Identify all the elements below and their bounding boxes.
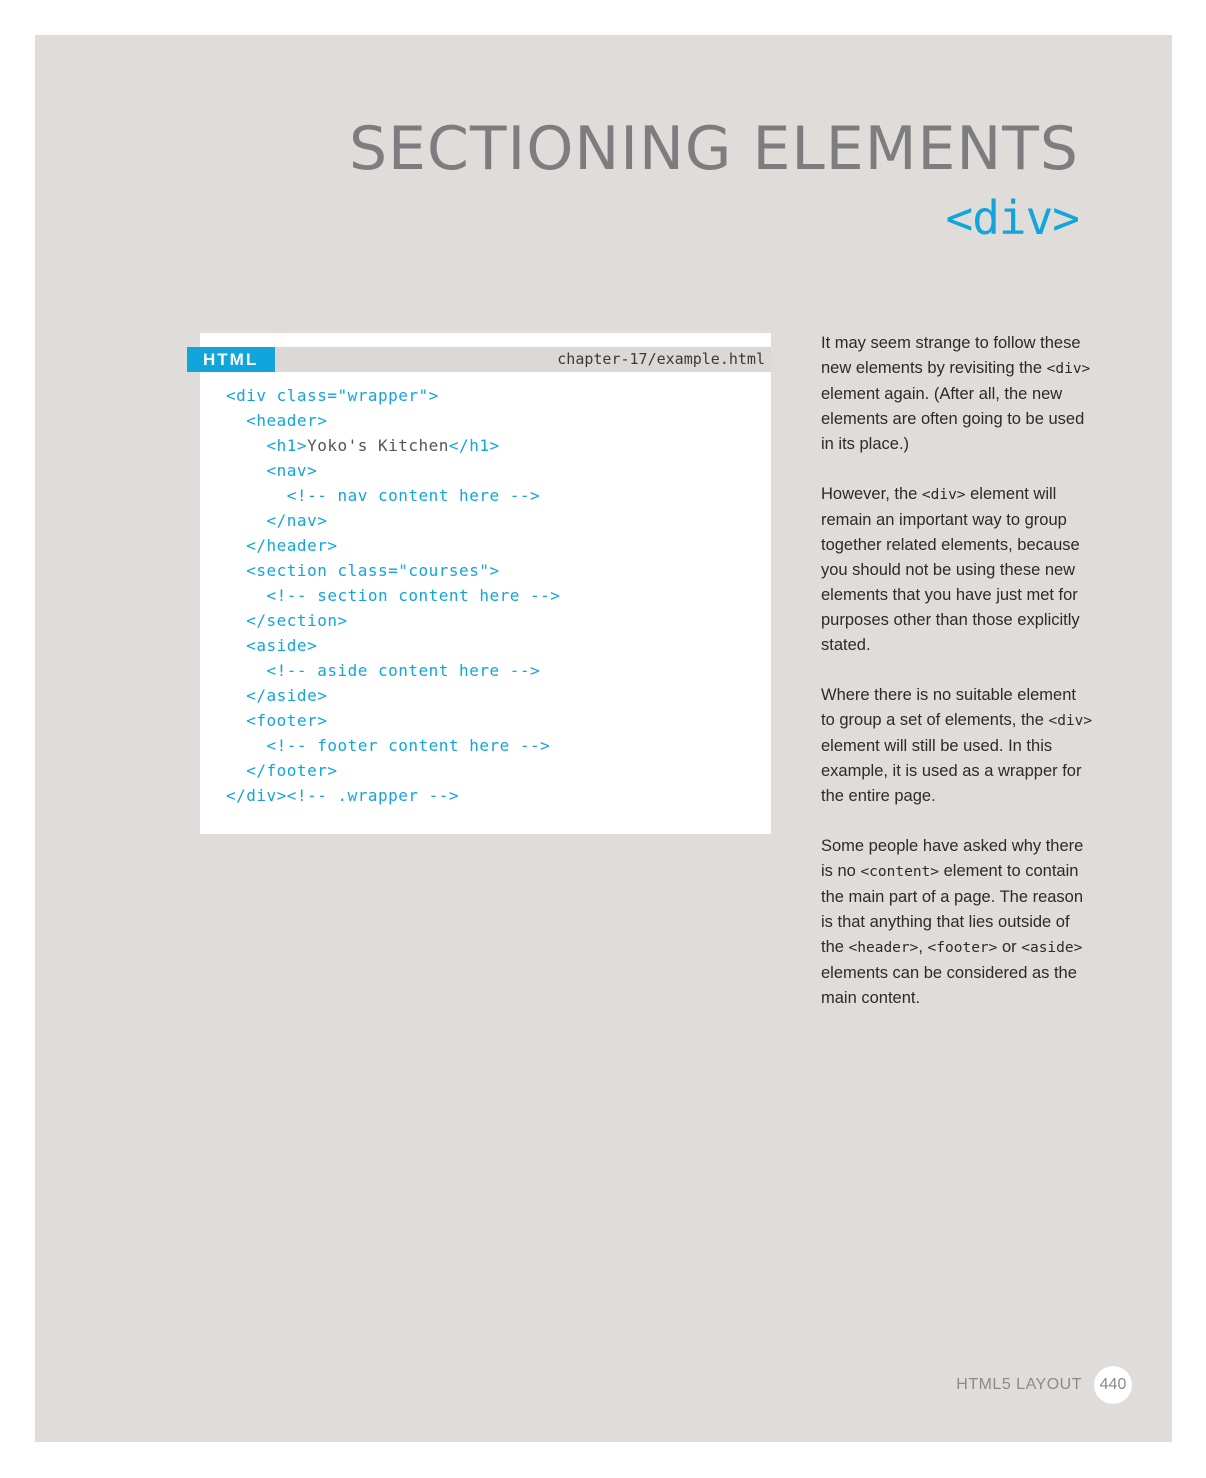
code-filename: chapter-17/example.html: [557, 350, 765, 368]
code-line: <section class="courses">: [226, 561, 500, 580]
code-line: </footer>: [226, 761, 338, 780]
code-language-label: HTML: [187, 347, 275, 372]
code-line: </header>: [226, 536, 338, 555]
code-line: <h1>Yoko's Kitchen</h1>: [226, 436, 500, 455]
body-paragraph: Some people have asked why there is no <…: [821, 837, 1084, 1007]
footer-section-label: HTML5 LAYOUT: [956, 1376, 1082, 1393]
code-example-panel: HTML chapter-17/example.html <div class=…: [187, 333, 771, 834]
code-line: <!-- section content here -->: [226, 586, 561, 605]
page-subtitle-tag: <div>: [945, 191, 1080, 245]
code-line: <nav>: [226, 461, 318, 480]
body-paragraph: Where there is no suitable element to gr…: [821, 686, 1093, 805]
code-line: <!-- aside content here -->: [226, 661, 541, 680]
code-line: </section>: [226, 611, 348, 630]
page-number-badge: 440: [1094, 1366, 1132, 1404]
body-paragraph: However, the <div> element will remain a…: [821, 485, 1080, 654]
code-line: </nav>: [226, 511, 328, 530]
code-line: <!-- nav content here -->: [226, 486, 541, 505]
body-paragraph: It may seem strange to follow these new …: [821, 334, 1091, 453]
code-line: <aside>: [226, 636, 318, 655]
book-page: SECTIONING ELEMENTS <div> HTML chapter-1…: [35, 35, 1172, 1442]
code-line: <header>: [226, 411, 328, 430]
code-listing: <div class="wrapper"> <header> <h1>Yoko'…: [226, 383, 560, 808]
page-title: SECTIONING ELEMENTS: [348, 114, 1079, 184]
code-line: </aside>: [226, 686, 328, 705]
code-panel-header: HTML chapter-17/example.html: [187, 347, 771, 372]
code-line: <footer>: [226, 711, 328, 730]
code-line: <div class="wrapper">: [226, 386, 439, 405]
code-line: </div><!-- .wrapper -->: [226, 786, 460, 805]
code-line: <!-- footer content here -->: [226, 736, 551, 755]
body-text: It may seem strange to follow these new …: [821, 331, 1093, 1036]
